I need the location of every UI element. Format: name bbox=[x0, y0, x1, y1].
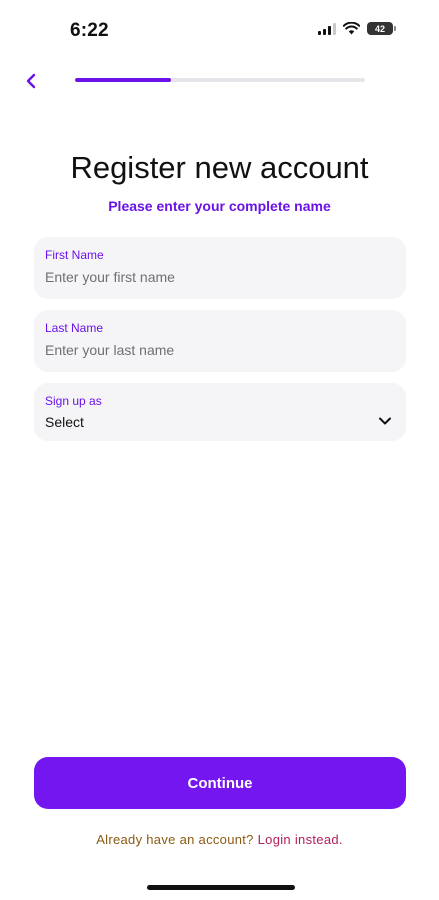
first-name-field[interactable]: First Name bbox=[34, 237, 406, 299]
login-instead-link[interactable]: Login instead. bbox=[258, 832, 343, 847]
chevron-down-icon bbox=[379, 417, 391, 425]
chevron-left-icon bbox=[26, 73, 36, 89]
status-time: 6:22 bbox=[70, 20, 109, 41]
first-name-input[interactable] bbox=[45, 269, 375, 285]
sign-up-as-value: Select bbox=[45, 414, 84, 430]
login-prompt: Already have an account? bbox=[96, 832, 254, 847]
back-button[interactable] bbox=[20, 70, 42, 92]
sign-up-as-select[interactable]: Sign up as Select bbox=[34, 383, 406, 441]
battery-icon: 42 bbox=[367, 22, 396, 35]
home-indicator bbox=[147, 885, 295, 890]
login-row: Already have an account? Login instead. bbox=[0, 832, 439, 847]
signup-progress-bar bbox=[75, 78, 365, 82]
signup-progress-fill bbox=[75, 78, 171, 82]
sign-up-as-label: Sign up as bbox=[45, 394, 102, 408]
register-screen: 6:22 42 Register new account Please ente… bbox=[0, 0, 439, 900]
page-title: Register new account bbox=[70, 150, 369, 185]
last-name-field[interactable]: Last Name bbox=[34, 310, 406, 372]
last-name-input[interactable] bbox=[45, 342, 375, 358]
wifi-icon bbox=[343, 22, 360, 35]
page-subtitle: Please enter your complete name bbox=[108, 198, 331, 214]
cellular-signal-icon bbox=[318, 22, 336, 35]
continue-button[interactable]: Continue bbox=[34, 757, 406, 809]
battery-level: 42 bbox=[374, 23, 385, 34]
first-name-label: First Name bbox=[45, 248, 104, 262]
status-icons: 42 bbox=[318, 22, 396, 35]
last-name-label: Last Name bbox=[45, 321, 104, 335]
